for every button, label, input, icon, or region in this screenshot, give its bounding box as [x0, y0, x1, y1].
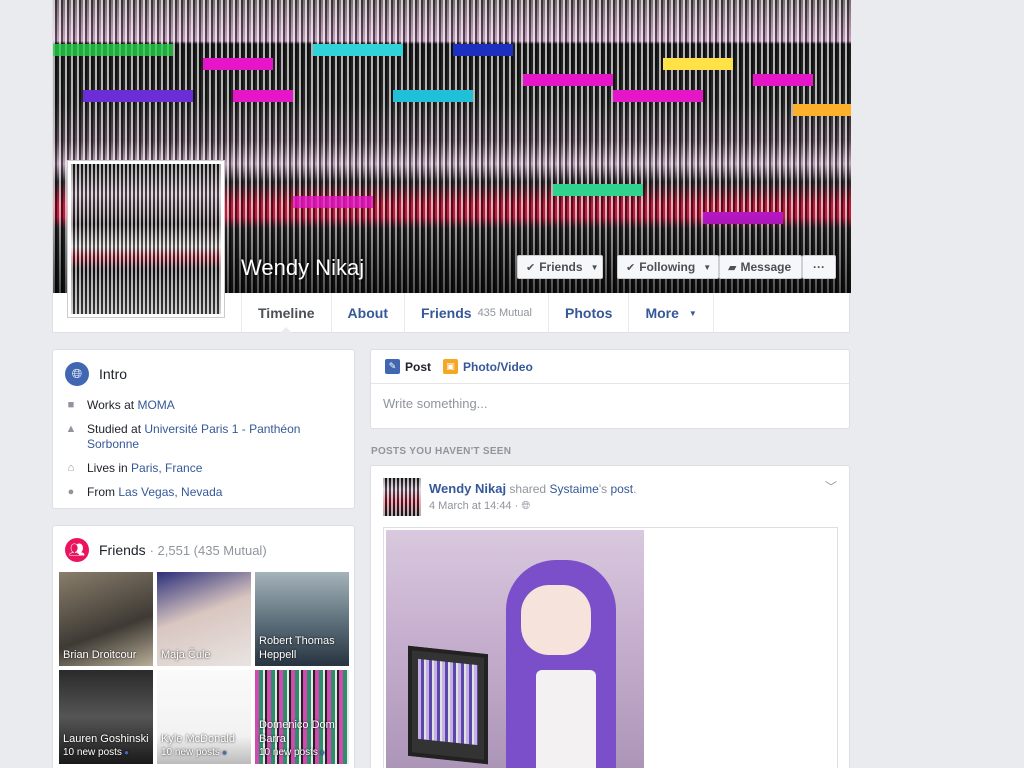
profile-tabs: Timeline About Friends 435 Mutual Photos…	[241, 293, 714, 334]
post-title: Wendy Nikaj shared Systaime's post.	[429, 481, 637, 496]
intro-text: From	[87, 485, 119, 499]
intro-text: Works at	[87, 398, 138, 412]
composer-tab-photo-video[interactable]: ▣ Photo/Video	[443, 359, 533, 374]
friend-tile[interactable]: Brian Droitcour	[59, 572, 153, 666]
post-action-text: shared	[509, 482, 547, 496]
chevron-down-icon: ▼	[703, 262, 712, 272]
home-link[interactable]: Paris, France	[131, 461, 202, 475]
following-button-label: Following	[639, 260, 696, 274]
check-icon: ✔	[526, 261, 536, 274]
intro-text: Studied at	[87, 422, 145, 436]
friend-new-posts: 10 new posts	[259, 746, 345, 760]
friends-card: 👥︎ Friends · 2,551 (435 Mutual) Brian Dr…	[52, 525, 355, 768]
friends-icon: 👥︎	[65, 538, 89, 562]
illustration-face	[521, 585, 591, 655]
tab-label: About	[347, 305, 388, 321]
intro-title: Intro	[99, 366, 128, 382]
feed-post: Wendy Nikaj shared Systaime's post. 4 Ma…	[370, 465, 850, 768]
more-options-button[interactable]: ···	[802, 255, 836, 279]
friend-name: Robert Thomas Heppell	[259, 635, 335, 661]
post-object-link[interactable]: post	[610, 482, 633, 496]
friend-name: Lauren Goshinski	[63, 733, 149, 745]
section-label: POSTS YOU HAVEN'T SEEN	[371, 446, 512, 457]
mutual-count: 435 Mutual	[477, 307, 532, 319]
chevron-down-icon: ▼	[688, 308, 697, 318]
photo-icon: ▣	[443, 359, 459, 374]
globe-icon: 🌐︎	[521, 500, 531, 512]
friend-grid: Brian Droitcour Maja Čule Robert Thomas …	[58, 572, 349, 764]
friend-tile[interactable]: Maja Čule	[157, 572, 251, 666]
message-button-label: Message	[740, 260, 792, 274]
tab-photos[interactable]: Photos	[548, 293, 628, 333]
tab-label: More	[645, 305, 679, 321]
tab-friends[interactable]: Friends 435 Mutual	[403, 293, 548, 333]
illustration-body	[536, 670, 596, 768]
illustration-screen	[418, 658, 478, 746]
tab-label: Timeline	[258, 305, 315, 321]
friend-name: Maja Čule	[161, 649, 211, 661]
location-pin-icon: ●	[67, 486, 75, 498]
profile-picture-image	[71, 164, 221, 314]
check-icon: ✔	[626, 261, 636, 274]
friend-tile[interactable]: Kyle McDonald 10 new posts	[157, 670, 251, 764]
friend-tile[interactable]: Robert Thomas Heppell	[255, 572, 349, 666]
composer-input[interactable]: Write something...	[371, 384, 849, 423]
graduation-cap-icon: ▲	[65, 423, 77, 435]
message-button[interactable]: ▰ Message	[719, 255, 802, 279]
post-composer: ✎ Post ▣ Photo/Video Write something...	[370, 349, 850, 429]
home-icon: ⌂	[67, 462, 75, 474]
intro-text: Lives in	[87, 461, 132, 475]
friend-name: Domenico Dom Barra	[259, 719, 335, 745]
globe-icon: 🌐︎	[65, 362, 89, 386]
intro-row-work: ■ Works at MOMA	[65, 398, 342, 413]
post-options-chevron-icon[interactable]: ﹀	[825, 478, 837, 495]
profile-picture[interactable]	[67, 160, 225, 318]
friend-tile[interactable]: Domenico Dom Barra 10 new posts	[255, 670, 349, 764]
tab-about[interactable]: About	[330, 293, 404, 333]
post-author-link[interactable]: Wendy Nikaj	[429, 481, 506, 496]
tab-label: Friends	[420, 305, 472, 321]
tab-timeline[interactable]: Timeline	[241, 293, 331, 334]
illustration-monitor	[408, 645, 488, 765]
following-button[interactable]: ✔ Following ▼	[617, 255, 719, 279]
post-possessive: 's	[598, 482, 608, 496]
composer-tab-label: Post	[405, 359, 432, 374]
work-link[interactable]: MOMA	[137, 398, 174, 412]
message-icon: ▰	[728, 261, 737, 274]
hometown-link[interactable]: Las Vegas, Nevada	[118, 485, 222, 499]
post-timestamp[interactable]: 4 March at 14:44	[429, 500, 512, 512]
tab-label: Photos	[565, 305, 613, 321]
ellipsis-icon: ···	[813, 260, 825, 274]
intro-card: 🌐︎ Intro ■ Works at MOMA ▲ Studied at Un…	[52, 349, 355, 509]
composer-tab-label: Photo/Video	[463, 359, 533, 374]
profile-name[interactable]: Wendy Nikaj	[241, 255, 364, 281]
friends-button-label: Friends	[539, 260, 583, 274]
friends-count: · 2,551 (435 Mutual)	[149, 543, 267, 558]
friends-button[interactable]: ✔ Friends ▼	[517, 255, 603, 279]
friend-name: Brian Droitcour	[63, 649, 137, 661]
tab-more[interactable]: More ▼	[628, 293, 714, 333]
pencil-icon: ✎	[385, 359, 400, 374]
composer-tab-post[interactable]: ✎ Post	[385, 359, 431, 374]
shared-image[interactable]	[386, 530, 644, 768]
chevron-down-icon: ▼	[590, 262, 599, 272]
post-meta: 4 March at 14:44 · 🌐︎	[429, 500, 531, 512]
friends-title[interactable]: Friends	[99, 542, 146, 558]
friend-new-posts: 10 new posts	[63, 746, 149, 760]
intro-row-education: ▲ Studied at Université Paris 1 - Panthé…	[65, 422, 342, 452]
shared-content-frame[interactable]	[383, 527, 838, 768]
author-avatar[interactable]	[383, 478, 421, 516]
friend-new-posts: 10 new posts	[161, 746, 247, 760]
friend-name: Kyle McDonald	[161, 733, 235, 745]
intro-row-home: ⌂ Lives in Paris, France	[65, 461, 342, 476]
briefcase-icon: ■	[67, 399, 75, 411]
post-source-link[interactable]: Systaime	[549, 482, 598, 496]
friend-tile[interactable]: Lauren Goshinski 10 new posts	[59, 670, 153, 764]
intro-row-from: ● From Las Vegas, Nevada	[65, 485, 342, 500]
profile-header: Wendy Nikaj ✔ Friends ▼ ✔ Following ▼ ▰ …	[52, 0, 851, 334]
